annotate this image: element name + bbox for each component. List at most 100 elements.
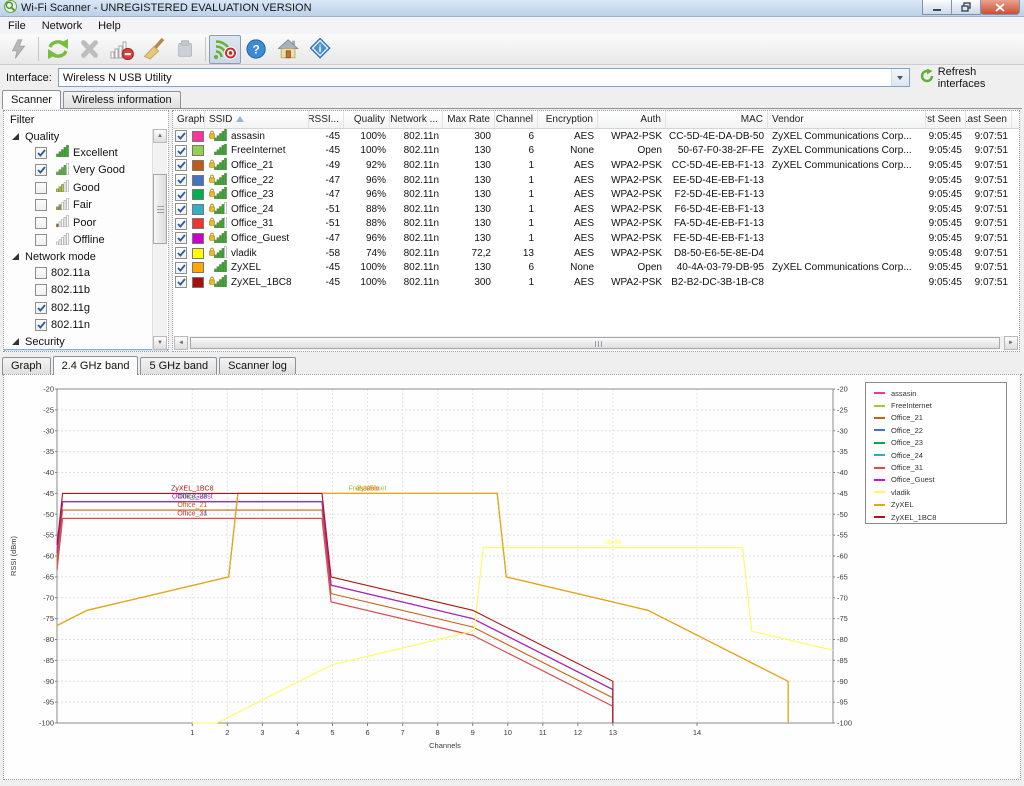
about-button[interactable]: i bbox=[305, 35, 337, 64]
scroll-down-arrow[interactable]: ▼ bbox=[153, 336, 167, 350]
menu-help[interactable]: Help bbox=[90, 19, 129, 33]
menu-file[interactable]: File bbox=[0, 19, 34, 33]
combobox-dropdown-button[interactable] bbox=[891, 69, 909, 86]
filter-item-good[interactable]: Good bbox=[4, 179, 168, 197]
column-header-network[interactable]: Network ... bbox=[390, 111, 443, 128]
table-row-vladik[interactable]: vladik-5874%802.11n72,213AESWPA2-PSKD8-5… bbox=[173, 246, 1019, 261]
checkbox[interactable] bbox=[175, 203, 187, 215]
filter-item-802-11g[interactable]: 802.11g bbox=[4, 299, 168, 317]
filter-item-fair[interactable]: Fair bbox=[4, 197, 168, 215]
refresh-interfaces-button[interactable]: Refresh interfaces bbox=[920, 66, 1024, 90]
checkbox[interactable] bbox=[175, 232, 187, 244]
tab-2-4-ghz-band[interactable]: 2.4 GHz band bbox=[53, 356, 139, 375]
filter-item-offline[interactable]: Offline bbox=[4, 232, 168, 250]
filter-item-802-11b[interactable]: 802.11b bbox=[4, 282, 168, 300]
table-row-FreeInternet[interactable]: FreeInternet-45100%802.11n1306NoneOpen50… bbox=[173, 144, 1019, 159]
filter-item-excellent[interactable]: Excellent bbox=[4, 144, 168, 162]
checkbox[interactable] bbox=[175, 159, 187, 171]
checkbox[interactable] bbox=[35, 302, 47, 314]
stop-scan-toggle[interactable] bbox=[209, 35, 241, 64]
filter-item-802-11n[interactable]: 802.11n bbox=[4, 317, 168, 335]
table-row-ZyXEL_1BC8[interactable]: ZyXEL_1BC8-45100%802.11n3001AESWPA2-PSKB… bbox=[173, 275, 1019, 290]
filter-group-network-mode[interactable]: Network mode bbox=[4, 249, 168, 264]
checkbox[interactable] bbox=[35, 199, 47, 211]
minimize-button[interactable] bbox=[922, 0, 952, 15]
filter-item-poor[interactable]: Poor bbox=[4, 214, 168, 232]
checkbox[interactable] bbox=[35, 147, 47, 159]
checkbox[interactable] bbox=[175, 276, 187, 288]
tab-5-ghz-band[interactable]: 5 GHz band bbox=[140, 357, 217, 374]
checkbox[interactable] bbox=[35, 164, 47, 176]
table-row-assasin[interactable]: assasin-45100%802.11n3006AESWPA2-PSKCC-5… bbox=[173, 129, 1019, 144]
table-row-Office_21[interactable]: Office_21-4992%802.11n1301AESWPA2-PSKCC-… bbox=[173, 158, 1019, 173]
table-row-Office_23[interactable]: Office_23-4796%802.11n1301AESWPA2-PSKF2-… bbox=[173, 187, 1019, 202]
checkbox[interactable] bbox=[175, 189, 187, 201]
maximize-button[interactable] bbox=[951, 0, 981, 15]
filter-item-open[interactable]: Open bbox=[4, 349, 168, 352]
column-header-encryption[interactable]: Encryption bbox=[538, 111, 598, 128]
column-header-vendor[interactable]: Vendor bbox=[768, 111, 926, 128]
tab-graph[interactable]: Graph bbox=[2, 357, 51, 374]
close-button[interactable] bbox=[980, 0, 1020, 15]
start-scan-button[interactable] bbox=[3, 35, 35, 64]
checkbox[interactable] bbox=[175, 130, 187, 142]
delete-button[interactable] bbox=[74, 35, 106, 64]
checkbox[interactable] bbox=[175, 218, 187, 230]
checkbox[interactable] bbox=[175, 145, 187, 157]
remove-signal-button[interactable] bbox=[106, 35, 138, 64]
menu-network[interactable]: Network bbox=[34, 19, 90, 33]
tab-scanner[interactable]: Scanner bbox=[2, 90, 61, 109]
copy-button[interactable] bbox=[170, 35, 202, 64]
checkbox[interactable] bbox=[175, 247, 187, 259]
home-button[interactable] bbox=[273, 35, 305, 64]
interface-combobox[interactable]: Wireless N USB Utility bbox=[58, 68, 910, 87]
table-row-Office_22[interactable]: Office_22-4796%802.11n1301AESWPA2-PSKEE-… bbox=[173, 173, 1019, 188]
cell-mac: 50-67-F0-38-2F-FE bbox=[666, 144, 768, 159]
cell-network: 802.11n bbox=[390, 260, 443, 275]
help-button[interactable]: ? bbox=[241, 35, 273, 64]
x-axis-tick-label: 10 bbox=[504, 728, 512, 737]
tab-wireless-information[interactable]: Wireless information bbox=[63, 91, 181, 108]
filter-group-quality[interactable]: Quality bbox=[4, 129, 168, 144]
column-header-first_seen[interactable]: First Seen bbox=[926, 111, 966, 128]
checkbox[interactable] bbox=[175, 174, 187, 186]
scroll-left-arrow[interactable]: ◄ bbox=[174, 336, 188, 350]
y-axis-tick-label: -50 bbox=[837, 510, 848, 519]
checkbox[interactable] bbox=[175, 262, 187, 274]
column-header-auth[interactable]: Auth bbox=[598, 111, 666, 128]
checkbox[interactable] bbox=[35, 234, 47, 246]
clear-button[interactable] bbox=[138, 35, 170, 64]
scroll-right-arrow[interactable]: ► bbox=[1004, 336, 1018, 350]
column-header-mac[interactable]: MAC bbox=[666, 111, 768, 128]
cell-auth: WPA2-PSK bbox=[598, 187, 666, 202]
column-header-rssi[interactable]: RSSI... bbox=[309, 111, 344, 128]
tab-scanner-log[interactable]: Scanner log bbox=[219, 357, 296, 374]
refresh-button[interactable] bbox=[42, 35, 74, 64]
column-header-graph[interactable]: Graph bbox=[173, 111, 205, 128]
y-axis-tick-label: -25 bbox=[837, 405, 848, 414]
table-horizontal-scrollbar[interactable]: ◄ ► bbox=[174, 336, 1018, 350]
column-header-channel[interactable]: Channel bbox=[495, 111, 538, 128]
table-row-Office_24[interactable]: Office_24-5188%802.11n1301AESWPA2-PSKF6-… bbox=[173, 202, 1019, 217]
column-header-last_seen[interactable]: Last Seen bbox=[966, 111, 1012, 128]
checkbox[interactable] bbox=[35, 319, 47, 331]
x-axis-tick-label: 7 bbox=[401, 728, 405, 737]
info-icon: i bbox=[310, 38, 332, 60]
scrollbar-thumb[interactable] bbox=[190, 337, 1000, 349]
table-row-ZyXEL[interactable]: ZyXEL-45100%802.11n1306NoneOpen40-4A-03-… bbox=[173, 260, 1019, 275]
table-row-Office_Guest[interactable]: Office_Guest-4796%802.11n1301AESWPA2-PSK… bbox=[173, 231, 1019, 246]
checkbox[interactable] bbox=[35, 267, 47, 279]
checkbox[interactable] bbox=[35, 284, 47, 296]
column-header-max_rate[interactable]: Max Rate bbox=[443, 111, 495, 128]
table-row-Office_31[interactable]: Office_31-5188%802.11n1301AESWPA2-PSKFA-… bbox=[173, 217, 1019, 232]
filter-item-very-good[interactable]: Very Good bbox=[4, 162, 168, 180]
column-header-ssid[interactable]: SSID bbox=[205, 111, 309, 128]
filter-group-security[interactable]: Security bbox=[4, 334, 168, 349]
column-header-quality[interactable]: Quality bbox=[344, 111, 390, 128]
filter-item-802-11a[interactable]: 802.11a bbox=[4, 264, 168, 282]
filter-scrollbar[interactable]: ▲ ▼ bbox=[152, 129, 167, 350]
checkbox[interactable] bbox=[35, 182, 47, 194]
scrollbar-thumb[interactable] bbox=[153, 174, 167, 244]
checkbox[interactable] bbox=[35, 217, 47, 229]
scroll-up-arrow[interactable]: ▲ bbox=[153, 129, 167, 143]
